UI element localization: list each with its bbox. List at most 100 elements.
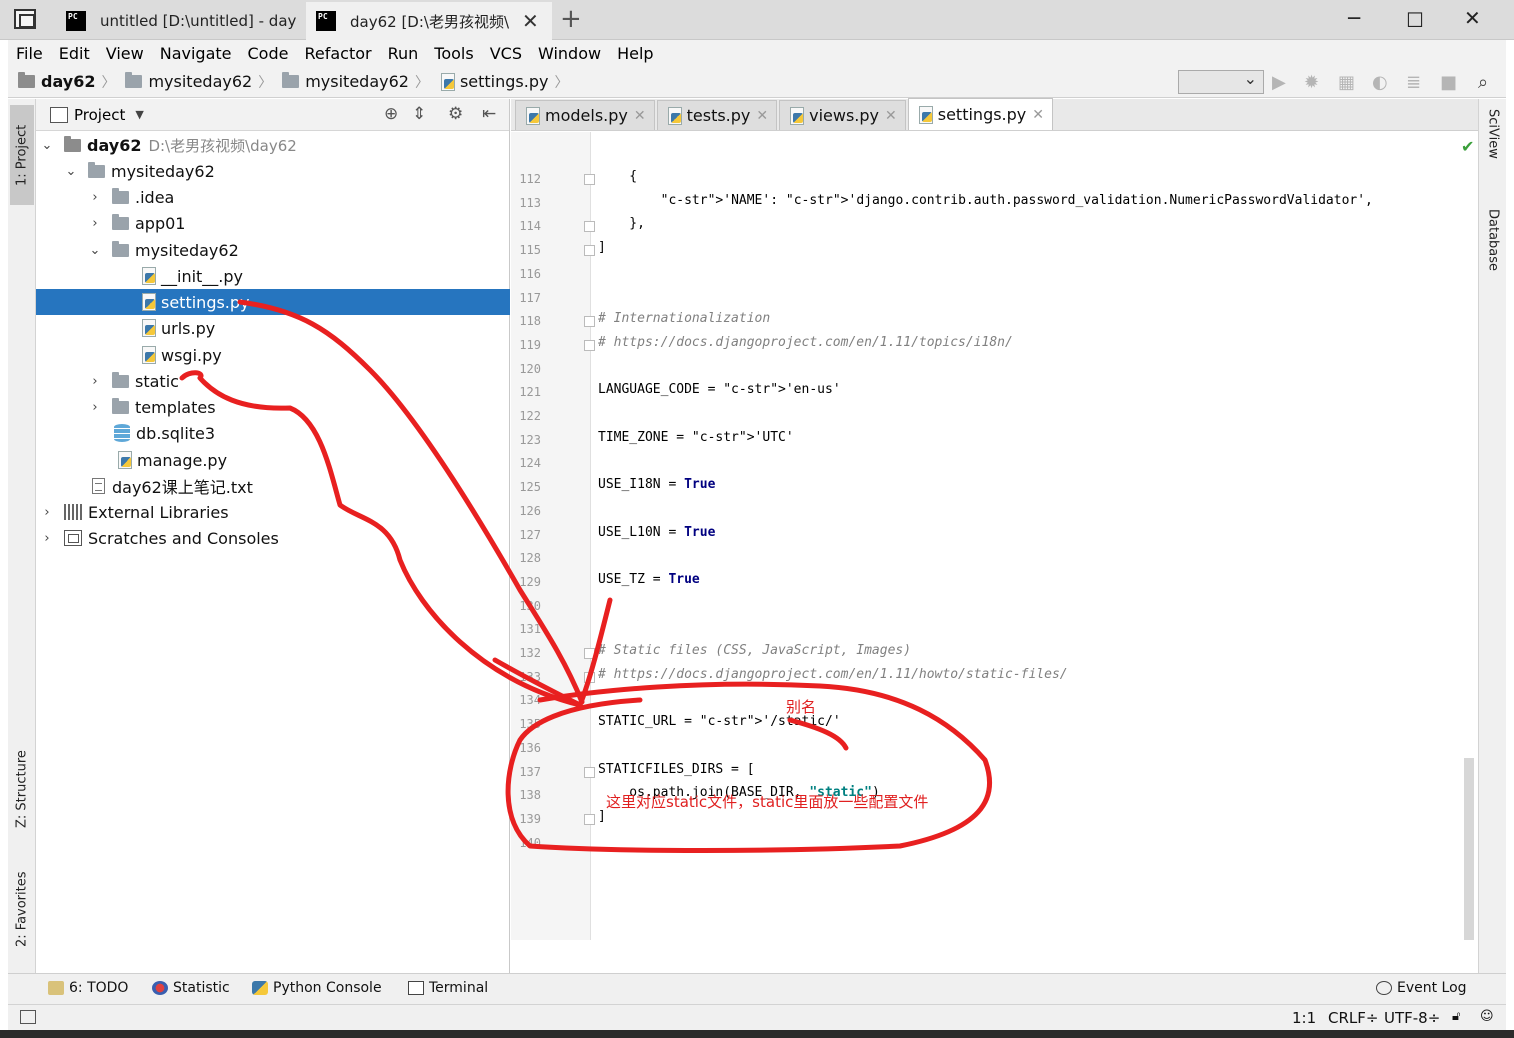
breadcrumb-day62[interactable]: day62 〉 xyxy=(8,72,115,92)
fold-marker-icon[interactable] xyxy=(584,316,595,328)
inspection-ok-icon[interactable]: ✔ xyxy=(1461,137,1474,156)
coverage-icon[interactable]: ▦ xyxy=(1338,72,1355,93)
menu-refactor[interactable]: Refactor xyxy=(296,44,379,63)
profile-icon[interactable]: ◐ xyxy=(1372,72,1388,93)
menu-code[interactable]: Code xyxy=(240,44,297,63)
chevron-right-icon[interactable]: › xyxy=(88,216,102,231)
fold-marker-icon[interactable] xyxy=(584,648,595,659)
toggle-tool-windows-icon[interactable] xyxy=(20,1010,36,1024)
window-switcher-icon[interactable] xyxy=(14,9,36,29)
window-tab-untitled[interactable]: PC untitled [D:\untitled] - day6 xyxy=(56,2,296,40)
tree-item-scratches[interactable]: › Scratches and Consoles xyxy=(36,525,510,551)
editor-tab-views[interactable]: views.py ✕ xyxy=(779,100,906,130)
hide-panel-icon[interactable]: ⇤ xyxy=(482,104,496,124)
collapse-all-icon[interactable]: ⇕ xyxy=(412,104,426,124)
menu-file[interactable]: File xyxy=(8,44,51,63)
tree-item-static[interactable]: › static xyxy=(36,368,510,394)
menu-tools[interactable]: Tools xyxy=(426,44,481,63)
menu-vcs[interactable]: VCS xyxy=(482,44,530,63)
run-icon[interactable]: ▶ xyxy=(1272,72,1286,93)
breadcrumb-mysiteday62-inner[interactable]: mysiteday62 〉 xyxy=(272,72,429,92)
breadcrumb-mysiteday62[interactable]: mysiteday62 〉 xyxy=(115,72,272,92)
tree-item-mysiteday62[interactable]: ⌄ mysiteday62 xyxy=(36,158,510,184)
chevron-right-icon[interactable]: › xyxy=(40,531,54,546)
window-tab-day62[interactable]: PC day62 [D:\老男孩视频\ ✕ xyxy=(306,2,552,40)
close-icon[interactable]: ✕ xyxy=(634,108,646,124)
tree-item-db-sqlite3[interactable]: db.sqlite3 xyxy=(36,420,510,446)
line-separator[interactable]: CRLF÷ xyxy=(1328,1009,1378,1027)
fold-marker-icon[interactable] xyxy=(584,671,595,683)
stop-icon[interactable]: ■ xyxy=(1440,72,1457,93)
run-config-select[interactable] xyxy=(1178,69,1264,94)
tree-item-app01[interactable]: › app01 xyxy=(36,210,510,236)
menu-window[interactable]: Window xyxy=(530,44,609,63)
tool-tab-project[interactable]: 1: Project xyxy=(10,105,34,205)
tree-item-day62[interactable]: ⌄ day62 D:\老男孩视频\day62 xyxy=(36,132,510,158)
project-panel-title[interactable]: Project xyxy=(74,106,125,124)
maximize-icon[interactable]: ☐ xyxy=(1406,8,1424,32)
tree-item-idea[interactable]: › .idea xyxy=(36,184,510,210)
chevron-right-icon[interactable]: › xyxy=(88,190,102,205)
tree-item-mysiteday62-inner[interactable]: ⌄ mysiteday62 xyxy=(36,237,510,263)
file-encoding[interactable]: UTF-8÷ xyxy=(1384,1009,1440,1027)
tree-item-wsgi-py[interactable]: wsgi.py xyxy=(36,342,510,368)
fold-marker-icon[interactable] xyxy=(584,245,595,257)
menu-edit[interactable]: Edit xyxy=(51,44,98,63)
fold-marker-icon[interactable] xyxy=(584,221,595,233)
tree-item-init-py[interactable]: __init__.py xyxy=(36,263,510,289)
inspector-icon[interactable]: ☺ xyxy=(1480,1009,1494,1024)
editor-tab-label: views.py xyxy=(809,106,880,125)
todo-tool-button[interactable]: 6: TODO xyxy=(48,980,128,996)
fold-marker-icon[interactable] xyxy=(584,766,595,778)
menu-navigate[interactable]: Navigate xyxy=(152,44,240,63)
caret-position[interactable]: 1:1 xyxy=(1292,1009,1316,1027)
python-file-icon xyxy=(666,106,682,125)
debug-icon[interactable]: ✹ xyxy=(1304,72,1319,93)
tree-item-notes-txt[interactable]: day62课上笔记.txt xyxy=(36,473,510,499)
fold-marker-icon[interactable] xyxy=(584,174,595,185)
tree-item-settings-py[interactable]: settings.py xyxy=(36,289,510,315)
tree-item-manage-py[interactable]: manage.py xyxy=(36,447,510,473)
lock-icon[interactable]: 🔓︎ xyxy=(1452,1009,1460,1024)
tool-tab-structure[interactable]: Z: Structure xyxy=(10,739,34,839)
close-icon[interactable]: ✕ xyxy=(1032,107,1044,123)
menu-help[interactable]: Help xyxy=(609,44,661,63)
code-line: { xyxy=(598,169,638,184)
chevron-right-icon[interactable]: › xyxy=(88,400,102,415)
minimize-icon[interactable]: ─ xyxy=(1348,6,1360,30)
statistic-tool-button[interactable]: Statistic xyxy=(152,980,230,996)
chevron-down-icon[interactable]: ⌄ xyxy=(88,243,102,258)
editor-scrollbar[interactable] xyxy=(1464,758,1474,940)
close-icon[interactable]: ✕ xyxy=(756,108,768,124)
menu-view[interactable]: View xyxy=(98,44,152,63)
chevron-right-icon[interactable]: › xyxy=(88,374,102,389)
build-icon[interactable]: ≣ xyxy=(1406,72,1421,93)
breadcrumb-settings[interactable]: settings.py 〉 xyxy=(429,72,568,92)
tool-tab-favorites[interactable]: 2: Favorites xyxy=(10,859,34,959)
editor-tab-models[interactable]: models.py ✕ xyxy=(515,100,655,130)
chevron-down-icon[interactable]: ⌄ xyxy=(64,164,78,179)
python-console-tool-button[interactable]: Python Console xyxy=(252,980,382,996)
fold-marker-icon[interactable] xyxy=(584,813,595,825)
fold-marker-icon[interactable] xyxy=(584,339,595,351)
gear-icon[interactable]: ⚙ xyxy=(448,104,463,124)
event-log-tool-button[interactable]: Event Log xyxy=(1376,980,1467,996)
chevron-right-icon[interactable]: › xyxy=(40,505,54,520)
tree-item-templates[interactable]: › templates xyxy=(36,394,510,420)
close-window-icon[interactable]: ✕ xyxy=(1464,6,1481,30)
menu-run[interactable]: Run xyxy=(380,44,427,63)
editor-tab-settings[interactable]: settings.py ✕ xyxy=(907,98,1053,130)
search-icon[interactable]: ⌕ xyxy=(1478,72,1488,93)
tool-tab-database[interactable]: Database xyxy=(1482,209,1504,309)
caret-down-icon[interactable]: ▼ xyxy=(135,108,143,121)
tree-item-external-libraries[interactable]: › External Libraries xyxy=(36,499,510,525)
tool-tab-sciview[interactable]: SciView xyxy=(1482,109,1504,189)
close-icon[interactable]: ✕ xyxy=(885,108,897,124)
close-tab-icon[interactable]: ✕ xyxy=(522,9,539,33)
editor-tab-tests[interactable]: tests.py ✕ xyxy=(656,100,778,130)
chevron-down-icon[interactable]: ⌄ xyxy=(40,138,54,153)
tree-item-urls-py[interactable]: urls.py xyxy=(36,315,510,341)
locate-file-icon[interactable]: ⊕ xyxy=(384,104,398,124)
new-tab-icon[interactable]: + xyxy=(560,4,582,34)
terminal-tool-button[interactable]: Terminal xyxy=(408,980,488,996)
